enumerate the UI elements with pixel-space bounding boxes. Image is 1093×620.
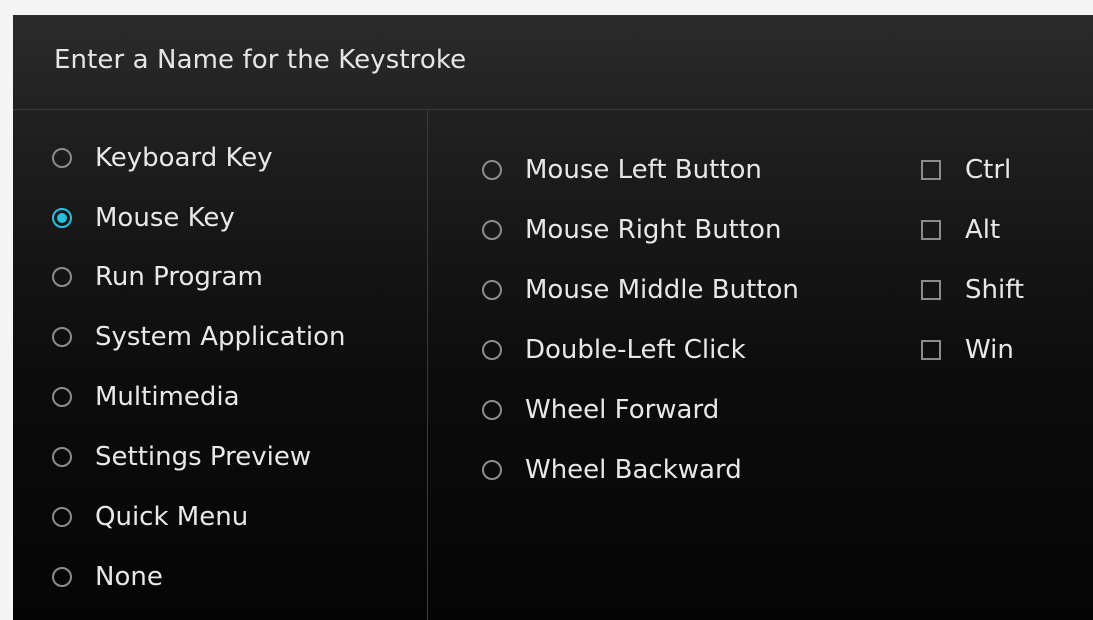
radio-run-program-label: Run Program (95, 262, 263, 292)
radio-quick-menu[interactable]: Quick Menu (52, 499, 248, 535)
checkbox-alt-label: Alt (965, 215, 1001, 245)
radio-mouse-left-button-indicator[interactable] (482, 160, 502, 180)
radio-mouse-key-label: Mouse Key (95, 203, 235, 233)
radio-quick-menu-indicator[interactable] (52, 507, 72, 527)
checkbox-shift-label: Shift (965, 275, 1025, 305)
radio-run-program[interactable]: Run Program (52, 259, 263, 295)
checkbox-shift-box[interactable] (921, 280, 941, 300)
radio-double-left-click-label: Double-Left Click (525, 335, 746, 365)
radio-wheel-backward-indicator[interactable] (482, 460, 502, 480)
radio-keyboard-key[interactable]: Keyboard Key (52, 140, 273, 176)
radio-none[interactable]: None (52, 559, 163, 595)
radio-wheel-backward-label: Wheel Backward (525, 455, 742, 485)
radio-keyboard-key-label: Keyboard Key (95, 143, 273, 173)
checkbox-ctrl-label: Ctrl (965, 155, 1012, 185)
radio-wheel-forward-label: Wheel Forward (525, 395, 720, 425)
radio-mouse-key[interactable]: Mouse Key (52, 200, 235, 236)
radio-mouse-middle-button[interactable]: Mouse Middle Button (482, 272, 799, 308)
radio-keyboard-key-indicator[interactable] (52, 148, 72, 168)
radio-none-label: None (95, 562, 163, 592)
radio-settings-preview[interactable]: Settings Preview (52, 439, 311, 475)
radio-run-program-indicator[interactable] (52, 267, 72, 287)
checkbox-win-label: Win (965, 335, 1014, 365)
checkbox-win[interactable]: Win (921, 332, 1014, 368)
radio-mouse-middle-button-label: Mouse Middle Button (525, 275, 799, 305)
radio-mouse-left-button-label: Mouse Left Button (525, 155, 762, 185)
radio-wheel-forward[interactable]: Wheel Forward (482, 392, 719, 428)
checkbox-win-box[interactable] (921, 340, 941, 360)
checkbox-alt[interactable]: Alt (921, 212, 1000, 248)
radio-double-left-click[interactable]: Double-Left Click (482, 332, 746, 368)
radio-mouse-right-button-label: Mouse Right Button (525, 215, 782, 245)
radio-multimedia[interactable]: Multimedia (52, 379, 240, 415)
radio-system-application[interactable]: System Application (52, 319, 346, 355)
checkbox-shift[interactable]: Shift (921, 272, 1024, 308)
radio-none-indicator[interactable] (52, 567, 72, 587)
radio-settings-preview-label: Settings Preview (95, 442, 312, 472)
dialog-title: Enter a Name for the Keystroke (54, 45, 467, 75)
checkbox-ctrl[interactable]: Ctrl (921, 152, 1011, 188)
radio-double-left-click-indicator[interactable] (482, 340, 502, 360)
radio-quick-menu-label: Quick Menu (95, 502, 249, 532)
radio-mouse-right-button-indicator[interactable] (482, 220, 502, 240)
header-divider (13, 109, 1093, 110)
radio-wheel-backward[interactable]: Wheel Backward (482, 452, 742, 488)
column-divider (427, 110, 428, 620)
radio-wheel-forward-indicator[interactable] (482, 400, 502, 420)
radio-mouse-middle-button-indicator[interactable] (482, 280, 502, 300)
radio-settings-preview-indicator[interactable] (52, 447, 72, 467)
checkbox-alt-box[interactable] (921, 220, 941, 240)
radio-multimedia-indicator[interactable] (52, 387, 72, 407)
radio-system-application-label: System Application (95, 322, 346, 352)
keystroke-dialog: Enter a Name for the Keystroke Keyboard … (13, 15, 1093, 620)
checkbox-ctrl-box[interactable] (921, 160, 941, 180)
radio-multimedia-label: Multimedia (95, 382, 240, 412)
radio-mouse-left-button[interactable]: Mouse Left Button (482, 152, 762, 188)
radio-mouse-key-indicator[interactable] (52, 208, 72, 228)
radio-mouse-right-button[interactable]: Mouse Right Button (482, 212, 781, 248)
radio-system-application-indicator[interactable] (52, 327, 72, 347)
